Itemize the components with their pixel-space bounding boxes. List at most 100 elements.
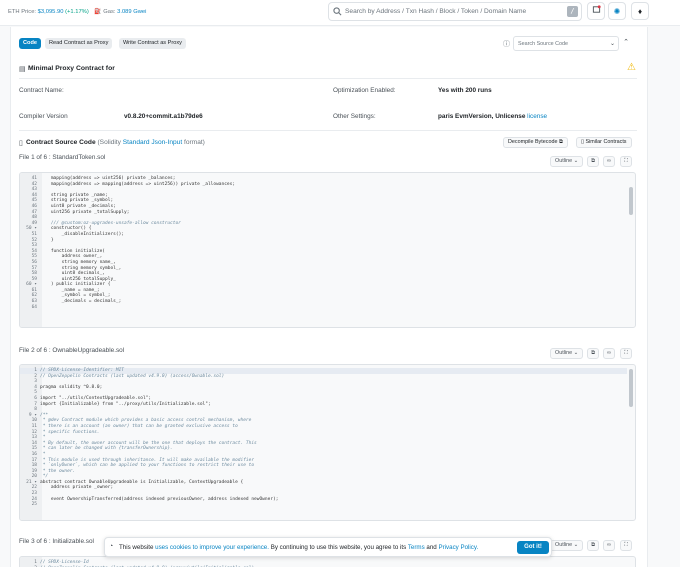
cookie-banner: ◔ This website uses cookies to improve y… (104, 537, 552, 557)
search-placeholder: Search by Address / Txn Hash / Block / T… (345, 8, 527, 15)
global-search-input[interactable]: Search by Address / Txn Hash / Block / T… (328, 2, 582, 21)
scrollbar[interactable] (629, 369, 633, 407)
copy-icon[interactable]: ⧉ (587, 156, 599, 167)
proxy-title: Minimal Proxy Contract for (28, 65, 115, 72)
decompile-label: Decompile Bytecode (508, 139, 558, 145)
line-text: pragma solidity ^0.8.0; (40, 384, 103, 390)
gas-label: Gas: (103, 9, 116, 15)
source-search-input[interactable]: Search Source Code ⌄ (513, 36, 619, 51)
line-text: * `onlyOwner`, which can be applied to y… (40, 463, 255, 469)
divider (19, 130, 637, 131)
line-text: function initialize( (40, 248, 106, 254)
code-line: 25 (20, 502, 627, 508)
warning-icon[interactable]: ⚠ (627, 62, 636, 73)
copy-icon[interactable]: ⧉ (587, 540, 599, 551)
line-text: // SPDX-License-Id (40, 560, 89, 565)
chevron-down-icon: ⌄ (610, 41, 616, 47)
line-text: * This module is used through inheritanc… (40, 457, 255, 463)
evm-version-text: paris EvmVersion, Unlicense (438, 113, 526, 120)
line-text: * @dev Contract module which provides a … (40, 418, 252, 424)
search-shortcut-key: / (567, 6, 578, 17)
line-text: * By default, the owner account will be … (40, 440, 257, 446)
expand-icon[interactable]: ⛶ (620, 540, 632, 551)
gas-value[interactable]: 3.089 Gwei (117, 9, 146, 15)
outline-label: Outline (555, 350, 573, 356)
file-2-title: File 2 of 6 : OwnableUpgradeable.sol (19, 347, 125, 354)
line-text: uint8 private _decimals; (40, 203, 116, 209)
decompile-bytecode-button[interactable]: Decompile Bytecode ⧉ (503, 137, 568, 148)
line-text: mapping(address => uint256) private _bal… (40, 176, 176, 181)
divider (19, 78, 637, 79)
link-icon[interactable]: ∞ (603, 348, 615, 359)
line-text: uint8 decimals_, (40, 271, 106, 277)
search-icon (333, 7, 342, 18)
outline-dropdown[interactable]: Outline ⌄ (550, 348, 583, 359)
line-text: string private _symbol; (40, 198, 114, 204)
source-format-open: (Solidity (97, 139, 121, 146)
link-icon[interactable]: ∞ (603, 540, 615, 551)
line-number: 64 (31, 304, 37, 310)
contract-name-label: Contract Name: (19, 87, 64, 94)
line-text: uint256 private _totalSupply; (40, 209, 130, 215)
link-icon[interactable]: ∞ (603, 156, 615, 167)
gas-icon: ⛽ (94, 9, 102, 15)
line-text: /// @custom:oz-upgrades-unsafe-allow con… (40, 220, 181, 226)
line-text: import {Initializable} from "../proxy/ut… (40, 401, 211, 407)
line-text: * there is an account (an owner) that ca… (40, 423, 238, 429)
terms-link[interactable]: Terms (408, 544, 425, 551)
similar-label: Similar Contracts (585, 139, 627, 145)
tab-code[interactable]: Code (19, 38, 41, 49)
line-text: /** (40, 412, 49, 418)
eth-price-change: (+1.17%) (65, 9, 89, 15)
eth-price-value[interactable]: $3,095.90 (38, 9, 64, 15)
code-lines: 1// SPDX-License-Identifier: MIT 2// Open… (20, 368, 627, 508)
line-text: string memory name_, (40, 259, 116, 265)
cookie-message: This website uses cookies to improve you… (119, 544, 478, 551)
other-settings-label: Other Settings: (333, 113, 376, 120)
outline-dropdown[interactable]: Outline ⌄ (550, 540, 583, 551)
cookie-icon: ◔ (109, 543, 114, 550)
scrollbar[interactable] (629, 187, 633, 215)
sun-icon: ✺ (613, 7, 621, 16)
line-text: address owner_, (40, 254, 103, 260)
line-text: event OwnershipTransferred(address index… (40, 496, 279, 502)
line-text: mapping(address => mapping(address => ui… (40, 181, 236, 187)
line-text: _disableInitializers(); (40, 231, 124, 237)
line-text: * can later be changed with {transferOwn… (40, 446, 173, 452)
privacy-policy-link[interactable]: Privacy Policy. (438, 544, 478, 551)
standard-json-link[interactable]: Standard Json-Input (123, 139, 182, 146)
network-button[interactable]: ♦ (631, 2, 649, 20)
tab-write-as-proxy[interactable]: Write Contract as Proxy (119, 38, 186, 49)
license-link[interactable]: license (527, 113, 547, 120)
file-1-title: File 1 of 6 : StandardToken.sol (19, 154, 106, 161)
line-text: _decimals = decimals_; (40, 299, 122, 305)
code-editor-file-3[interactable]: 1// SPDX-License-Id2// OpenZeppelin Cont… (19, 556, 636, 567)
theme-toggle-button[interactable]: ✺ (608, 2, 626, 20)
source-heading: Contract Source Code (Solidity Standard … (26, 139, 205, 146)
tab-read-as-proxy[interactable]: Read Contract as Proxy (45, 38, 113, 49)
proxy-icon: ▤ (19, 66, 26, 73)
profile-button[interactable] (587, 2, 605, 20)
copy-icon[interactable]: ⧉ (587, 348, 599, 359)
file-3-title: File 3 of 6 : Initializable.sol (19, 538, 94, 545)
code-editor-file-1[interactable]: 41 mapping(address => uint256) private _… (19, 172, 636, 328)
source-format-close: format) (184, 139, 205, 146)
user-icon (592, 5, 601, 13)
collapse-button[interactable]: ⌃ (620, 37, 632, 49)
expand-icon[interactable]: ⛶ (620, 348, 632, 359)
code-line: 64 (20, 305, 627, 311)
line-text: */ (40, 474, 49, 480)
similar-contracts-button[interactable]: ▯ Similar Contracts (576, 137, 632, 148)
outline-label: Outline (555, 158, 573, 164)
got-it-button[interactable]: Got it! (517, 541, 549, 554)
code-editor-file-2[interactable]: 1// SPDX-License-Identifier: MIT 2// Open… (19, 364, 636, 521)
cookie-prefix: This website (119, 544, 154, 551)
line-text: // SPDX-License-Identifier: MIT (40, 368, 124, 373)
help-icon[interactable]: ⓘ (503, 39, 510, 49)
code-lines: 41 mapping(address => uint256) private _… (20, 176, 627, 310)
ethereum-icon: ♦ (637, 7, 643, 16)
line-text: * (40, 451, 46, 457)
cookies-link[interactable]: uses cookies to improve your experience. (155, 544, 269, 551)
expand-icon[interactable]: ⛶ (620, 156, 632, 167)
outline-dropdown[interactable]: Outline ⌄ (550, 156, 583, 167)
